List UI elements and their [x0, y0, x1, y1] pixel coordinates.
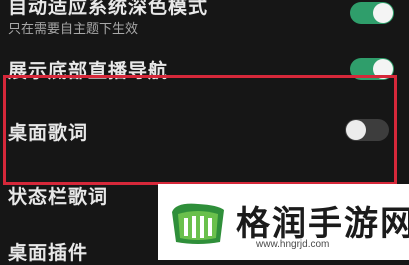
- setting-title-statusbar-lyrics: 状态栏歌词: [8, 186, 109, 208]
- setting-subtitle-auto-dark-mode: 只在需要自主题下生效: [8, 22, 139, 37]
- watermark-url: www.hngrjd.com: [256, 239, 330, 250]
- setting-title-desktop-lyrics: 桌面歌词: [8, 122, 89, 144]
- watermark-brand: 格润手游网: [236, 204, 409, 244]
- watermark-logo: [168, 198, 228, 248]
- setting-title-auto-dark-mode: 自动适应系统深色模式: [8, 0, 209, 18]
- setting-row-desktop-lyrics[interactable]: 桌面歌词: [0, 110, 409, 150]
- toggle-knob: [373, 3, 393, 23]
- toggle-knob: [346, 120, 366, 140]
- auto-dark-mode-toggle[interactable]: [350, 2, 394, 24]
- setting-row-auto-dark-mode[interactable]: 自动适应系统深色模式 只在需要自主题下生效: [0, 0, 409, 40]
- desktop-lyrics-toggle[interactable]: [345, 119, 389, 141]
- setting-title-desktop-widget: 桌面插件: [8, 242, 89, 264]
- setting-row-bottom-live-nav[interactable]: 展示底部直播导航: [0, 48, 409, 82]
- watermark-overlay: 格润手游网 www.hngrjd.com: [158, 184, 409, 260]
